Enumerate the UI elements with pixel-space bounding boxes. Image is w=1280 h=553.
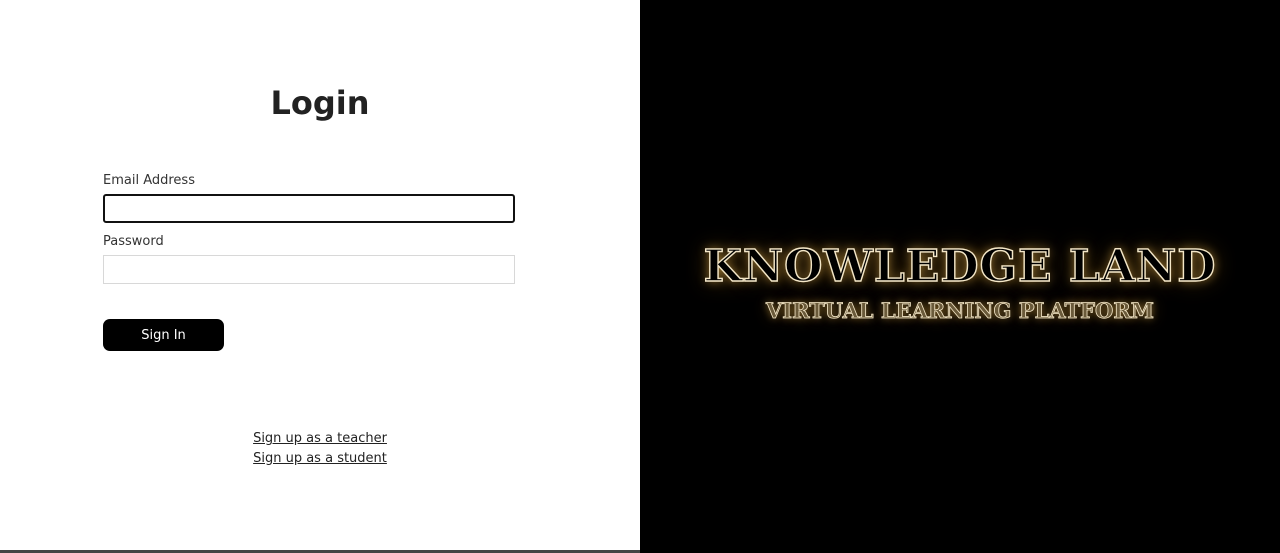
login-page: Login Email Address Password Sign In Sig…	[0, 0, 1280, 553]
brand-title: KNOWLEDGE LAND	[703, 240, 1217, 292]
sign-in-button[interactable]: Sign In	[103, 319, 224, 351]
page-title: Login	[270, 84, 370, 122]
login-panel: Login Email Address Password Sign In Sig…	[0, 0, 640, 550]
password-label: Password	[103, 234, 164, 249]
signup-links: Sign up as a teacher Sign up as a studen…	[0, 429, 640, 469]
brand-panel: KNOWLEDGE LAND VIRTUAL LEARNING PLATFORM	[640, 0, 1280, 553]
signup-student-link[interactable]: Sign up as a student	[0, 449, 640, 469]
password-field[interactable]	[103, 255, 515, 284]
email-label: Email Address	[103, 173, 195, 188]
email-field[interactable]	[103, 194, 515, 223]
login-form: Email Address Password	[103, 173, 515, 284]
signup-teacher-link[interactable]: Sign up as a teacher	[0, 429, 640, 449]
brand-subtitle: VIRTUAL LEARNING PLATFORM	[765, 297, 1155, 323]
